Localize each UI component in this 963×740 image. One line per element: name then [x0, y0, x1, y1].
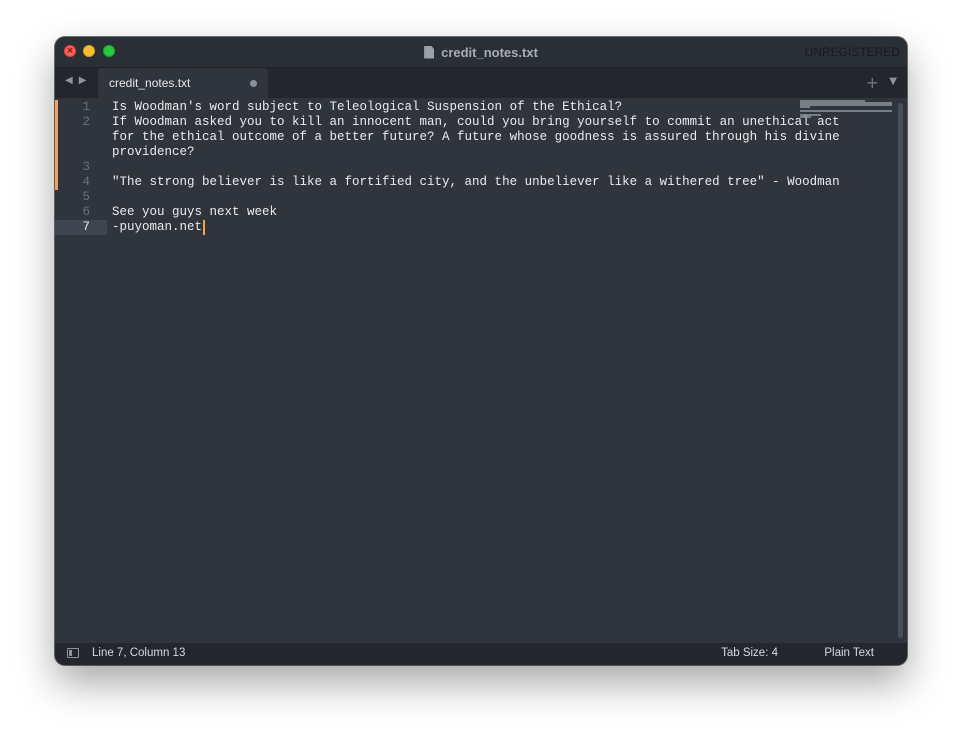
code-line[interactable]: If Woodman asked you to kill an innocent… [112, 115, 840, 130]
editor-window: × credit_notes.txt UNREGISTERED ◀ ▶ credi… [55, 37, 907, 665]
line-number: 2 [82, 115, 90, 129]
tab-navigation: ◀ ▶ [65, 75, 92, 86]
line-number-gutter: 12 34567 [55, 98, 107, 643]
forward-arrow-icon[interactable]: ▶ [79, 75, 91, 86]
minimap-line [800, 104, 892, 106]
tab-bar: ◀ ▶ credit_notes.txt + ▼ [55, 68, 907, 98]
modified-line-marker [55, 175, 58, 190]
line-number: 3 [82, 160, 90, 174]
back-arrow-icon[interactable]: ◀ [65, 75, 77, 86]
line-number: 7 [55, 220, 107, 235]
title-bar: × credit_notes.txt UNREGISTERED [55, 37, 907, 68]
code-line[interactable]: -puyoman.net [112, 220, 206, 235]
text-cursor [203, 220, 206, 235]
vertical-scrollbar[interactable] [898, 103, 903, 638]
modified-line-marker [55, 160, 58, 175]
text-editor[interactable]: 12 34567 Is Woodman's word subject to Tel… [55, 98, 907, 643]
window-title-group: credit_notes.txt [55, 37, 907, 67]
unsaved-indicator-icon[interactable] [250, 80, 257, 87]
syntax-selector[interactable]: Plain Text [824, 647, 874, 659]
minimize-window-button[interactable] [83, 45, 95, 57]
line-number: 1 [82, 100, 90, 114]
registration-status: UNREGISTERED [804, 45, 900, 59]
code-line[interactable]: See you guys next week [112, 205, 277, 220]
line-number: 5 [82, 190, 90, 204]
code-line[interactable]: Is Woodman's word subject to Teleologica… [112, 100, 622, 115]
minimap-line [800, 106, 810, 108]
tab-menu-chevron-icon[interactable]: ▼ [889, 76, 897, 87]
sidebar-toggle-icon[interactable] [67, 648, 79, 658]
cursor-position[interactable]: Line 7, Column 13 [92, 647, 185, 659]
code-line[interactable]: providence? [112, 145, 195, 160]
window-title: credit_notes.txt [441, 44, 538, 60]
line-number: 4 [82, 175, 90, 189]
document-icon [424, 45, 435, 59]
code-line[interactable]: for the ethical outcome of a better futu… [112, 130, 840, 145]
line-number: 6 [82, 205, 90, 219]
new-tab-icon[interactable]: + [866, 73, 879, 92]
minimap-line [800, 110, 892, 112]
code-line[interactable]: "The strong believer is like a fortified… [112, 175, 840, 190]
tab-size-selector[interactable]: Tab Size: 4 [721, 647, 778, 659]
minimap[interactable] [800, 100, 895, 124]
status-bar: Line 7, Column 13 Tab Size: 4 Plain Text [55, 643, 907, 665]
tab-label: credit_notes.txt [109, 76, 191, 90]
modified-line-marker [55, 100, 58, 115]
zoom-window-button[interactable] [103, 45, 115, 57]
tab-credit-notes[interactable]: credit_notes.txt [98, 68, 268, 98]
close-window-button[interactable]: × [64, 45, 76, 57]
close-icon: × [66, 45, 74, 56]
modified-line-marker [55, 115, 58, 160]
minimap-line [800, 116, 811, 118]
